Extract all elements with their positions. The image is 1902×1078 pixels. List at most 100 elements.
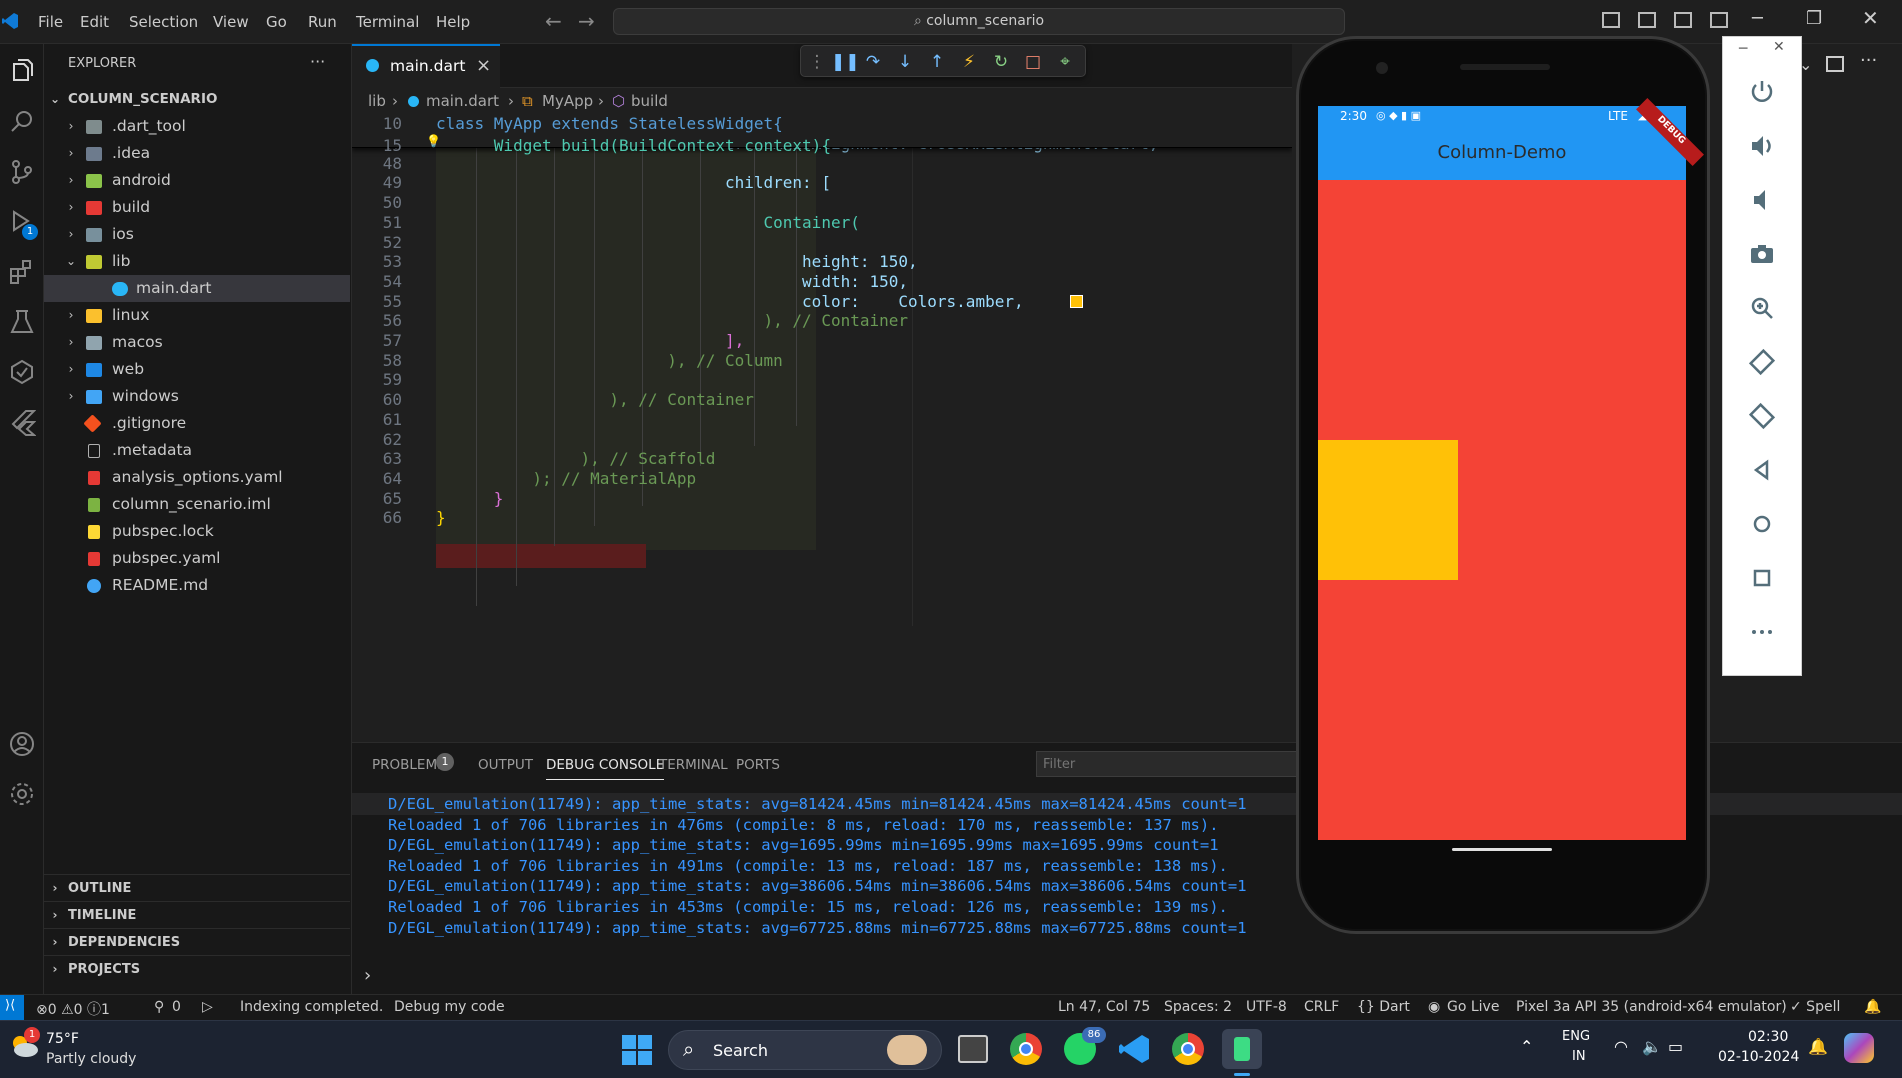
start-windows-icon[interactable] — [622, 1035, 652, 1065]
tree-item-pubspec-yaml[interactable]: pubspec.yaml — [44, 545, 350, 572]
code-line[interactable]: ), // Scaffold — [436, 449, 715, 468]
language-top[interactable]: ENG — [1562, 1029, 1590, 1044]
settings-gear-icon[interactable] — [8, 780, 36, 808]
code-line[interactable]: height: 150, — [436, 252, 918, 271]
tab-terminal[interactable]: TERMINAL — [659, 757, 728, 773]
tree-item-analysis-options[interactable]: analysis_options.yaml — [44, 464, 350, 491]
speaker-icon[interactable]: 🔈 — [1642, 1037, 1662, 1056]
hot-reload-icon[interactable]: ⚡ — [959, 52, 979, 72]
task-view-icon[interactable] — [958, 1035, 988, 1063]
tree-item-dart-tool[interactable]: › .dart_tool — [44, 113, 350, 140]
code-line[interactable]: color: Colors.amber, — [436, 292, 1024, 311]
menu-file[interactable]: File — [38, 13, 63, 31]
chevron-up-icon[interactable]: ⌃ — [1520, 1037, 1533, 1056]
search-icon[interactable] — [8, 108, 36, 136]
code-line[interactable]: width: 150, — [436, 272, 908, 291]
clock-time[interactable]: 02:30 — [1748, 1029, 1788, 1045]
tab-problems[interactable]: PROBLEMS — [372, 757, 446, 773]
tree-item-iml[interactable]: column_scenario.iml — [44, 491, 350, 518]
flutter-icon[interactable] — [8, 408, 37, 436]
status-eol[interactable]: CRLF — [1304, 999, 1339, 1015]
customize-layout-icon[interactable] — [1710, 12, 1728, 28]
status-spell[interactable]: ✓ Spell — [1790, 999, 1840, 1015]
screenshot-camera-icon[interactable] — [1747, 239, 1777, 269]
code-line[interactable]: ), // Column — [436, 351, 783, 370]
back-icon[interactable] — [1747, 455, 1777, 485]
menu-go[interactable]: Go — [266, 13, 287, 31]
restore-icon[interactable]: ❐ — [1806, 8, 1822, 29]
nav-back-icon[interactable]: ← — [545, 9, 562, 33]
tree-item-ios[interactable]: › ios — [44, 221, 350, 248]
command-center[interactable]: ⌕ column_scenario — [613, 8, 1345, 35]
code-line[interactable]: ); // MaterialApp — [436, 469, 696, 488]
tab-debug-console[interactable]: DEBUG CONSOLE — [546, 757, 665, 780]
close-window-icon[interactable]: ✕ — [1862, 6, 1879, 30]
code-line[interactable]: ], — [436, 331, 744, 350]
notification-bell-icon[interactable]: 🔔 — [1808, 1037, 1828, 1056]
section-timeline[interactable]: › TIMELINE — [44, 901, 350, 928]
run-debug-icon[interactable]: 1 — [8, 208, 38, 240]
explorer-icon[interactable] — [8, 58, 36, 86]
source-control-icon[interactable] — [8, 158, 36, 186]
toggle-sidebar-icon[interactable] — [1602, 12, 1620, 28]
more-actions-icon[interactable]: ··· — [1860, 50, 1877, 71]
menu-selection[interactable]: Selection — [129, 13, 198, 31]
volume-down-icon[interactable] — [1747, 185, 1777, 215]
section-dependencies[interactable]: › DEPENDENCIES — [44, 928, 350, 955]
code-line[interactable]: Container( — [436, 213, 860, 232]
code-line[interactable]: ), // Container — [436, 390, 754, 409]
tree-item-idea[interactable]: › .idea — [44, 140, 350, 167]
menu-help[interactable]: Help — [436, 13, 470, 31]
split-editor-icon[interactable] — [1826, 56, 1844, 72]
status-language[interactable]: {} Dart — [1357, 999, 1410, 1015]
chrome-profile-icon[interactable] — [1172, 1033, 1204, 1065]
tab-main-dart[interactable]: main.dart × — [352, 44, 500, 88]
console-prompt[interactable]: › — [364, 965, 371, 986]
clock-date[interactable]: 02-10-2024 — [1718, 1049, 1799, 1065]
pause-icon[interactable]: ❚❚ — [831, 52, 860, 72]
testing-icon[interactable] — [8, 308, 36, 336]
tree-item-main-dart[interactable]: main.dart — [44, 275, 350, 302]
emulator-taskbar-icon[interactable] — [1222, 1029, 1262, 1076]
vscode-taskbar-icon[interactable] — [1118, 1033, 1150, 1065]
zoom-icon[interactable] — [1747, 293, 1777, 323]
emulator-minimize-icon[interactable]: ─ — [1739, 41, 1747, 57]
tree-item-lib[interactable]: ⌄ lib — [44, 248, 350, 275]
rotate-right-icon[interactable] — [1747, 401, 1777, 431]
status-device[interactable]: Pixel 3a API 35 (android-x64 emulator) — [1516, 999, 1787, 1015]
tree-item-linux[interactable]: › linux — [44, 302, 350, 329]
volume-up-icon[interactable] — [1747, 131, 1777, 161]
status-encoding[interactable]: UTF-8 — [1246, 999, 1287, 1015]
status-position[interactable]: Ln 47, Col 75 — [1058, 999, 1150, 1015]
section-projects[interactable]: › PROJECTS — [44, 955, 350, 982]
tree-item-macos[interactable]: › macos — [44, 329, 350, 356]
more-options-icon[interactable] — [1747, 617, 1777, 647]
menu-view[interactable]: View — [213, 13, 249, 31]
drag-handle-icon[interactable]: ⋮ — [807, 52, 827, 72]
explorer-root-folder[interactable]: ⌄ COLUMN_SCENARIO — [44, 86, 350, 113]
menu-terminal[interactable]: Terminal — [356, 13, 419, 31]
step-out-icon[interactable]: ↑ — [927, 52, 947, 72]
rotate-left-icon[interactable] — [1747, 347, 1777, 377]
stop-icon[interactable]: □ — [1023, 52, 1043, 72]
tree-item-web[interactable]: › web — [44, 356, 350, 383]
minimize-icon[interactable]: ─ — [1752, 8, 1763, 29]
lightbulb-icon[interactable]: 💡 — [426, 134, 441, 148]
tree-item-gitignore[interactable]: .gitignore — [44, 410, 350, 437]
status-debug[interactable]: Debug my code — [394, 999, 505, 1015]
status-golive[interactable]: Go Live — [1447, 999, 1499, 1015]
tree-item-pubspec-lock[interactable]: pubspec.lock — [44, 518, 350, 545]
status-ports[interactable]: 0 — [172, 999, 181, 1015]
tree-item-readme[interactable]: README.md — [44, 572, 350, 599]
wifi-icon[interactable]: ◠ — [1614, 1037, 1628, 1056]
step-over-icon[interactable]: ↷ — [863, 52, 883, 72]
toggle-panel-icon[interactable] — [1638, 12, 1656, 28]
tree-item-build[interactable]: › build — [44, 194, 350, 221]
home-icon[interactable] — [1747, 509, 1777, 539]
code-line[interactable]: children: [ — [436, 173, 831, 192]
language-bottom[interactable]: IN — [1572, 1049, 1586, 1064]
nav-forward-icon[interactable]: → — [578, 9, 595, 33]
whatsapp-icon[interactable]: 86 — [1064, 1027, 1106, 1065]
status-spaces[interactable]: Spaces: 2 — [1164, 999, 1232, 1015]
emulator-close-icon[interactable]: ✕ — [1773, 39, 1785, 55]
